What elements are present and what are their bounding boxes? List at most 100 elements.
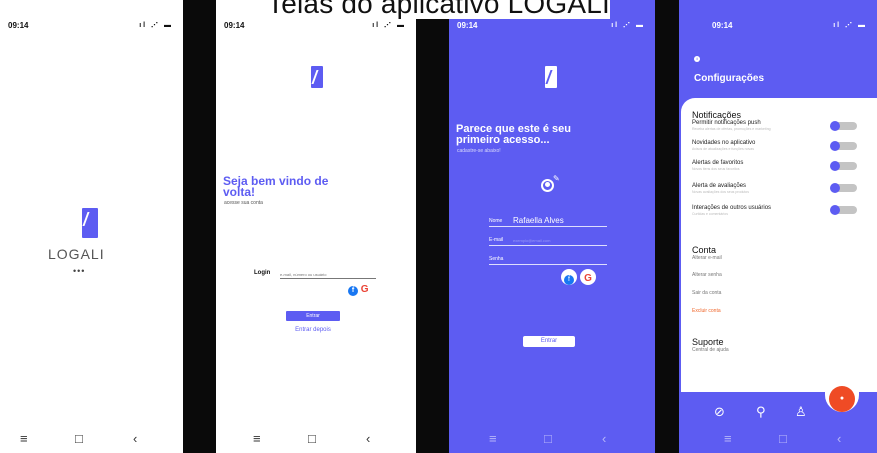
change-email-link[interactable]: Alterar e-mail (692, 255, 722, 261)
field-label: Nome (489, 218, 503, 224)
status-icons: ıl ⋰ ▬ (833, 22, 867, 29)
field-placeholder: exemplo@email.com (513, 238, 551, 243)
field-label: E-mail (489, 237, 504, 243)
field-value: Rafaella Alves (513, 216, 564, 225)
account-header: Conta (692, 245, 717, 255)
splash-screen: 09:14 ıl ⋰ ▬ LOGALI ••• ≡ □ ‹ (0, 0, 183, 453)
system-nav: ≡ □ ‹ (0, 425, 183, 453)
setting-label: Novidades no aplicativo (692, 140, 756, 146)
page-heading: Telas do aplicativo LOGALI (0, 0, 877, 20)
social-login: f G (348, 284, 369, 296)
google-icon[interactable]: G (361, 284, 369, 295)
name-field[interactable]: Nome Rafaella Alves (489, 215, 607, 227)
email-field[interactable]: E-mail exemplo@email.com (489, 234, 607, 246)
canvas: Telas do aplicativo LOGALI 09:14 ıl ⋰ ▬ … (0, 0, 877, 453)
setting-item: Alertas de favoritos Novos itens dos seu… (692, 160, 832, 171)
google-icon: G (584, 272, 592, 284)
menu-icon[interactable]: ≡ (724, 431, 732, 446)
logo-icon (545, 66, 557, 88)
home-icon[interactable]: □ (308, 431, 316, 446)
status-time: 09:14 (712, 21, 733, 30)
setting-item: Novidades no aplicativo Avisos de atuali… (692, 140, 832, 151)
add-photo-icon[interactable]: ✎ (541, 174, 560, 192)
system-nav: ≡ □ ‹ (216, 425, 416, 453)
reviews-toggle[interactable] (830, 183, 857, 193)
setting-item: Interações de outros usuários Curtidas e… (692, 205, 832, 216)
status-time: 09:14 (8, 21, 29, 30)
logout-link[interactable]: Sair da conta (692, 290, 721, 296)
system-nav: ≡ □ ‹ (679, 425, 877, 453)
password-field[interactable]: Senha (489, 253, 607, 265)
google-button[interactable]: G (580, 268, 596, 285)
facebook-button[interactable]: f (561, 268, 577, 285)
logo-icon (311, 66, 323, 88)
separator (416, 0, 449, 453)
separator (655, 0, 679, 453)
logo-icon (82, 208, 98, 238)
settings-screen: 09:14 ıl ⋰ ▬ i Configurações Notificaçõe… (679, 0, 877, 453)
status-icons: ıl ⋰ ▬ (611, 22, 645, 29)
system-nav: ≡ □ ‹ (449, 425, 655, 453)
setting-label: Interações de outros usuários (692, 205, 772, 211)
enter-later-button[interactable]: Entrar depois (286, 327, 340, 333)
help-center-link[interactable]: Central de ajuda (692, 347, 729, 353)
field-label: Senha (489, 256, 504, 262)
support-header: Suporte (692, 337, 724, 347)
login-input[interactable] (280, 270, 376, 279)
back-icon[interactable]: ‹ (133, 431, 137, 446)
enter-button[interactable]: Entrar (286, 311, 340, 321)
info-icon[interactable]: i (694, 56, 700, 62)
setting-label: Permitir notificações push (692, 120, 761, 126)
profile-icon[interactable]: ♙ (795, 404, 807, 420)
setting-label: Alerta de avaliações (692, 183, 747, 189)
status-bar: 09:14 ıl ⋰ ▬ (687, 21, 867, 31)
push-toggle[interactable] (830, 121, 857, 131)
back-icon[interactable]: ‹ (602, 431, 606, 446)
setting-item: Permitir notificações push Receba alerta… (692, 120, 832, 131)
status-icons: ıl ⋰ ▬ (139, 22, 173, 29)
welcome-subtitle: acesse sua conta (224, 200, 263, 206)
home-icon[interactable]: □ (544, 431, 552, 446)
app-badge-icon[interactable]: ● (829, 386, 855, 412)
avatar-head (545, 182, 550, 187)
welcome-title: Seja bem vindo de volta! (223, 174, 329, 199)
notifications-header: Notificações (692, 110, 742, 120)
home-icon[interactable]: □ (779, 431, 787, 446)
settings-panel: Notificações Permitir notificações push … (681, 98, 877, 392)
home-icon[interactable]: □ (75, 431, 83, 446)
setting-desc: Receba alertas de ofertas, promoções e m… (692, 127, 771, 131)
search-icon[interactable]: ⚲ (756, 404, 766, 420)
back-icon[interactable]: ‹ (366, 431, 370, 446)
facebook-icon[interactable]: f (348, 286, 358, 296)
change-password-link[interactable]: Alterar senha (692, 272, 722, 278)
menu-icon[interactable]: ≡ (489, 431, 497, 446)
updates-toggle[interactable] (830, 141, 857, 151)
setting-item: Alerta de avaliações Novas avaliações do… (692, 183, 832, 194)
loading-dots: ••• (73, 266, 86, 276)
signup-subtitle: cadastre-se abaixo! (457, 148, 501, 154)
compass-icon[interactable]: ⊘ (714, 404, 725, 420)
status-bar: 09:14 ıl ⋰ ▬ (224, 21, 406, 31)
signup-screen: 09:14 ıl ⋰ ▬ Parece que este é seu prime… (449, 0, 655, 453)
setting-label: Alertas de favoritos (692, 160, 744, 166)
login-label: Login (254, 270, 271, 276)
delete-account-link[interactable]: Excluir conta (692, 308, 721, 314)
facebook-icon: f (564, 274, 574, 285)
menu-icon[interactable]: ≡ (253, 431, 261, 446)
pen-icon: ✎ (553, 174, 560, 183)
enter-button[interactable]: Entrar (523, 336, 575, 347)
status-bar: 09:14 ıl ⋰ ▬ (8, 21, 173, 31)
setting-desc: Curtidas e comentários (692, 212, 728, 216)
status-bar: 09:14 ıl ⋰ ▬ (457, 21, 645, 31)
status-icons: ıl ⋰ ▬ (372, 22, 406, 29)
favorites-toggle[interactable] (830, 161, 857, 171)
menu-icon[interactable]: ≡ (20, 431, 28, 446)
social-signup: fG (561, 268, 599, 286)
setting-desc: Avisos de atualizações e funções novas (692, 147, 755, 151)
interactions-toggle[interactable] (830, 205, 857, 215)
setting-desc: Novos itens dos seus favoritos (692, 167, 740, 171)
setting-desc: Novas avaliações dos seus produtos (692, 190, 750, 194)
status-time: 09:14 (224, 21, 245, 30)
brand-name: LOGALI (48, 246, 105, 262)
back-icon[interactable]: ‹ (837, 431, 841, 446)
